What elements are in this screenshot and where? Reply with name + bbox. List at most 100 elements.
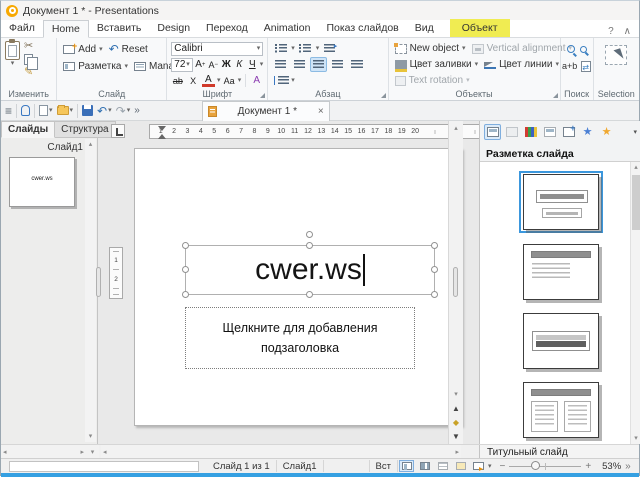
tab-Animation[interactable]: Animation <box>256 19 319 37</box>
scroll-up-icon[interactable]: ▴ <box>85 139 96 150</box>
status-slide-position[interactable]: Слайд 1 из 1 <box>207 460 277 472</box>
sidebar-tool-master[interactable] <box>541 124 558 140</box>
decrease-indent-button[interactable] <box>272 57 289 72</box>
tab-slides[interactable]: Слайды <box>1 121 56 138</box>
bold-button[interactable]: Ж <box>221 57 232 72</box>
scroll-down-icon[interactable]: ▾ <box>449 387 463 400</box>
indent-marker-icon[interactable] <box>158 126 167 139</box>
copy-icon[interactable] <box>24 54 38 70</box>
selection-mode-icon[interactable] <box>605 45 628 65</box>
sidebar-tool-design[interactable] <box>503 124 520 140</box>
slides-panel-scrollbar[interactable]: ▴ ▾ <box>85 139 96 442</box>
cut-icon[interactable]: ✂ <box>24 41 33 52</box>
align-right-button[interactable] <box>329 57 346 72</box>
qat-overflow-icon[interactable]: » <box>134 105 140 116</box>
tab-Показ слайдов[interactable]: Показ слайдов <box>318 19 406 37</box>
tab-Переход[interactable]: Переход <box>198 19 256 37</box>
view-notes-button[interactable] <box>453 460 468 472</box>
justify-button[interactable] <box>348 57 365 72</box>
layout-thumb-title[interactable] <box>518 171 603 233</box>
scroll-left-icon[interactable]: ◂ <box>3 448 7 456</box>
handle-bottom-center[interactable] <box>306 291 313 298</box>
layout-thumb-title-content[interactable] <box>519 242 603 302</box>
canvas-vertical-scrollbar[interactable]: ▴ ▾ ▲ ◆ ▼ <box>448 121 463 444</box>
fill-color-button[interactable]: Цвет заливки ▾ <box>393 57 481 72</box>
close-document-icon[interactable]: × <box>318 106 324 117</box>
scroll-right-icon[interactable]: ▸ <box>455 448 459 456</box>
title-textbox[interactable]: cwer.ws <box>182 231 438 298</box>
bullet-list-dropdown-icon[interactable]: ▾ <box>291 45 295 52</box>
change-case-button[interactable]: Аа <box>223 73 236 88</box>
right-splitter-handle[interactable] <box>453 267 458 297</box>
paste-button[interactable]: ▾ <box>5 39 20 67</box>
slideshow-dropdown-icon[interactable]: ▾ <box>488 463 492 470</box>
new-object-button[interactable]: New object ▾ <box>393 41 468 56</box>
replace-button[interactable]: a+b <box>562 61 577 71</box>
browse-object-button[interactable]: ◆ <box>450 416 462 429</box>
handle-mid-right[interactable] <box>431 266 438 273</box>
slides-panel-hscrollbar[interactable]: ◂ ▸ <box>1 445 86 458</box>
tab-Объект[interactable]: Объект <box>449 19 510 37</box>
handle-top-left[interactable] <box>182 242 189 249</box>
view-normal-button[interactable] <box>399 460 415 472</box>
handle-top-right[interactable] <box>431 242 438 249</box>
tab-Вид[interactable]: Вид <box>407 19 442 37</box>
canvas-hscrollbar[interactable]: ◂ ▸ <box>101 445 461 458</box>
increase-indent-button[interactable] <box>321 41 338 56</box>
underline-button[interactable]: Ч <box>247 57 258 72</box>
zoom-in-button[interactable]: + <box>585 461 591 472</box>
font-color-dropdown-icon[interactable]: ▾ <box>217 77 221 84</box>
layout-thumb-centered-title[interactable] <box>519 311 603 371</box>
numbered-list-dropdown-icon[interactable]: ▾ <box>316 45 320 52</box>
slide-layout-button[interactable]: Разметка ▾ <box>61 59 130 74</box>
line-spacing-button[interactable] <box>272 73 289 88</box>
scroll-right-icon[interactable]: ▸ <box>80 448 84 456</box>
line-spacing-dropdown-icon[interactable]: ▾ <box>291 77 295 84</box>
search-again-icon[interactable] <box>579 45 587 53</box>
insert-mode-toggle[interactable]: Вст <box>370 460 398 472</box>
layout-list-scrollbar[interactable]: ▴ ▾ <box>630 162 640 444</box>
scroll-down-icon[interactable]: ▾ <box>631 433 640 444</box>
shrink-font-button[interactable]: A − <box>208 57 219 72</box>
align-left-button[interactable] <box>291 57 308 72</box>
underline-dropdown-icon[interactable]: ▾ <box>260 61 264 68</box>
strikethrough-button[interactable]: ab <box>171 73 184 88</box>
view-slide-sorter-button[interactable] <box>417 460 432 472</box>
superscript-button[interactable]: Х <box>187 73 200 88</box>
sidebar-tool-slide-animation[interactable]: ★ <box>598 124 615 140</box>
menu-icon[interactable]: ≡ <box>5 105 12 117</box>
layout-thumb-two-content[interactable] <box>519 380 603 440</box>
font-dialog-launcher-icon[interactable] <box>260 93 266 98</box>
zoom-out-button[interactable]: − <box>499 461 505 472</box>
undo-icon[interactable]: ↶ <box>97 105 107 117</box>
previous-slide-button[interactable]: ▲ <box>450 402 462 415</box>
help-icon[interactable]: ? <box>608 26 614 37</box>
tab-stop-selector[interactable] <box>111 124 125 138</box>
scroll-down-icon[interactable]: ▾ <box>85 431 96 442</box>
rotation-handle[interactable] <box>306 231 313 238</box>
paste-dropdown-icon[interactable]: ▾ <box>11 60 15 67</box>
handle-top-center[interactable] <box>306 242 313 249</box>
new-document-dropdown-icon[interactable]: ▾ <box>49 107 53 114</box>
go-to-icon[interactable] <box>581 60 592 72</box>
sidebar-tool-object-animation[interactable]: ★ <box>579 124 596 140</box>
change-case-dropdown-icon[interactable]: ▾ <box>238 77 242 84</box>
touch-mode-icon[interactable] <box>21 105 31 116</box>
sidebar-tool-color-scheme[interactable] <box>522 124 539 140</box>
next-slide-button[interactable]: ▼ <box>450 430 462 443</box>
paragraph-dialog-launcher-icon[interactable] <box>380 93 386 98</box>
search-icon[interactable] <box>566 45 575 53</box>
new-document-icon[interactable] <box>39 105 49 116</box>
font-color-button[interactable]: A <box>201 74 215 87</box>
grow-font-button[interactable]: A + <box>195 57 206 72</box>
reset-formatting-button[interactable]: А <box>250 73 263 88</box>
slides-panel-scroll-down[interactable]: ▾ <box>86 445 99 458</box>
slide-thumbnail[interactable]: cwer.ws <box>9 157 75 207</box>
add-slide-button[interactable]: Add▾ <box>61 41 104 57</box>
objects-dialog-launcher-icon[interactable] <box>552 93 558 98</box>
tab-Вставить[interactable]: Вставить <box>89 19 150 37</box>
sidebar-tool-transition[interactable] <box>560 123 577 140</box>
text-rotation-button[interactable]: Text rotation ▾ <box>393 73 472 88</box>
numbered-list-button[interactable] <box>297 41 314 56</box>
vertical-ruler[interactable]: 12 <box>109 247 123 299</box>
